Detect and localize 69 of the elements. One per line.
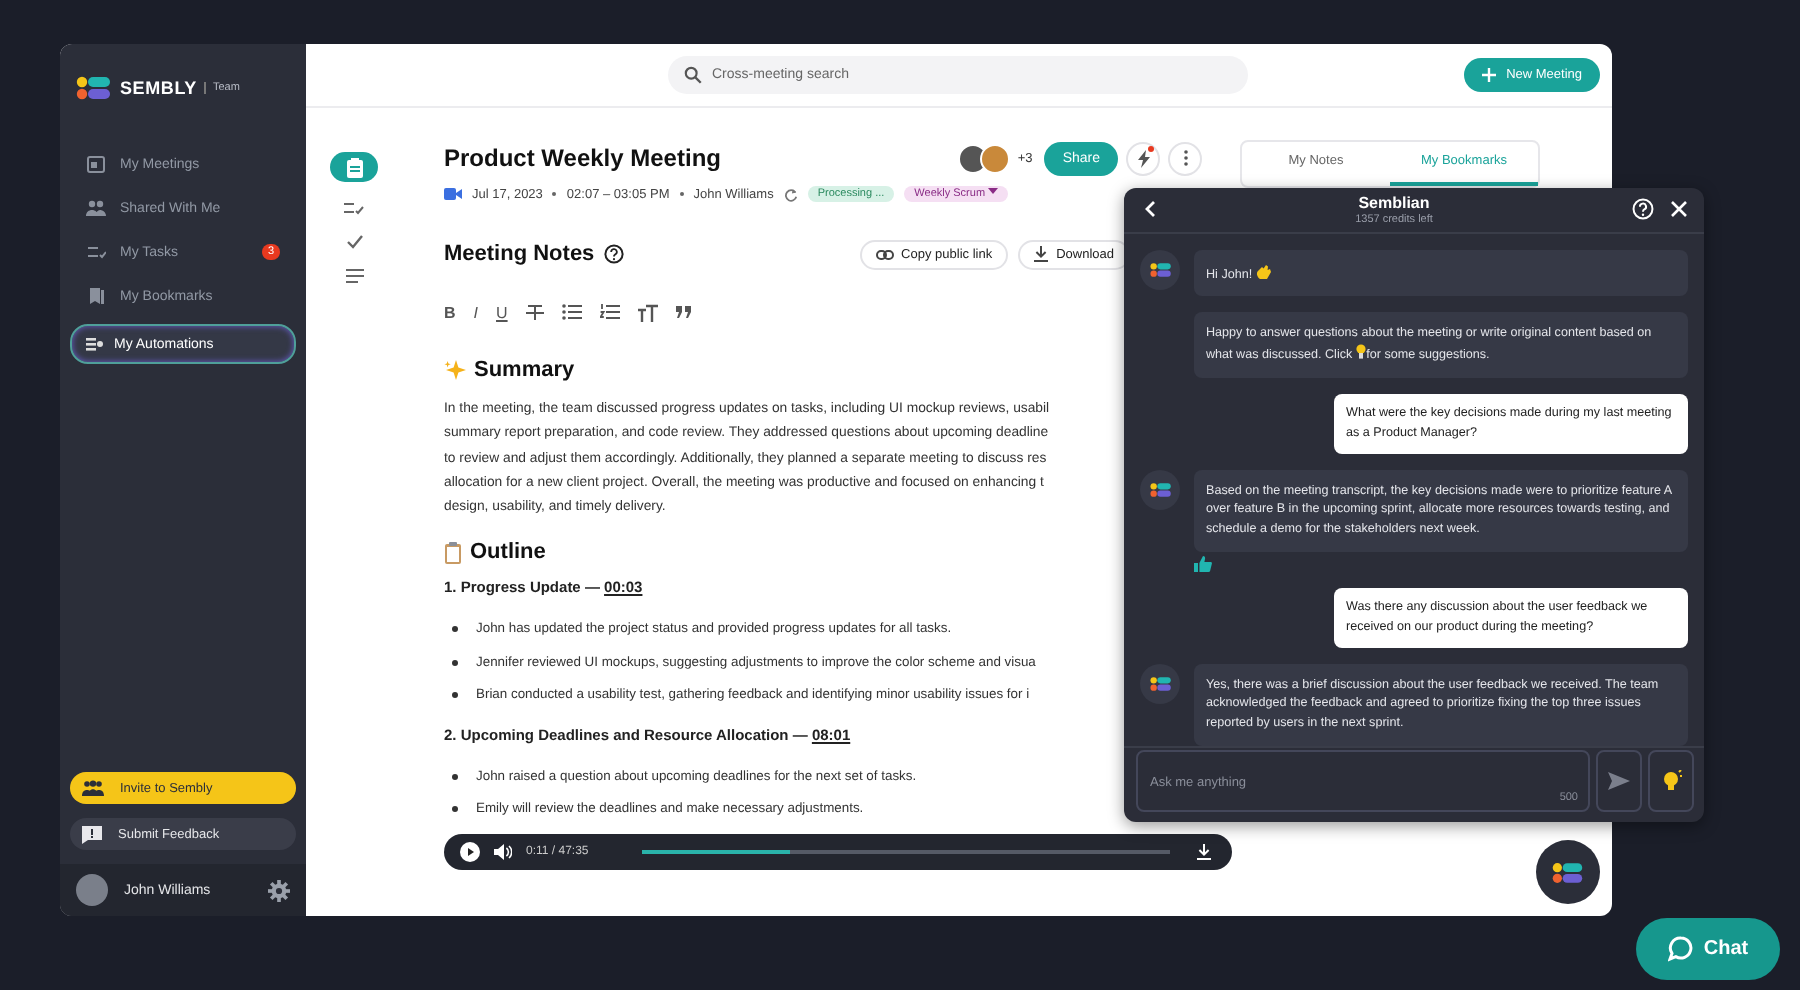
speech-bubble-icon <box>1667 936 1694 962</box>
bullet-dot <box>452 773 458 780</box>
download-icon <box>1034 246 1049 262</box>
video-camera-icon <box>444 188 462 200</box>
assistant-button[interactable] <box>1536 840 1600 904</box>
italic-tool[interactable]: I <box>473 303 479 321</box>
back-icon[interactable] <box>1144 200 1156 219</box>
people-icon <box>82 780 104 796</box>
bullet-list-icon[interactable] <box>561 304 582 320</box>
sync-icon <box>783 187 798 201</box>
bookmark-icon <box>86 286 106 306</box>
assistant-avatar <box>1140 663 1180 703</box>
play-icon[interactable] <box>460 841 480 862</box>
search-icon <box>684 66 702 84</box>
people-icon <box>86 198 106 218</box>
chat-button[interactable]: Chat <box>1636 918 1780 980</box>
checklist-icon <box>86 242 106 262</box>
logo-icon <box>1552 861 1584 883</box>
settings-icon[interactable] <box>268 879 290 901</box>
automation-button[interactable] <box>1126 141 1160 175</box>
checkmark-icon[interactable] <box>345 234 363 250</box>
clipboard-icon <box>345 157 363 177</box>
separator-dot <box>552 192 557 196</box>
strikethrough-icon[interactable] <box>525 303 544 321</box>
waving-hand-icon <box>1256 261 1273 280</box>
assistant-avatar <box>1140 469 1180 510</box>
assistant-avatar <box>1140 249 1180 290</box>
lightning-icon <box>1137 149 1149 167</box>
sparkle-icon <box>444 359 466 381</box>
outline-heading: Outline <box>470 540 546 565</box>
bold-tool[interactable]: B <box>444 303 456 321</box>
separator-dot <box>679 192 684 196</box>
lightbulb-icon <box>1661 770 1681 793</box>
logo-icon <box>76 76 112 100</box>
thumbs-up-icon[interactable] <box>1194 555 1212 572</box>
feedback-icon <box>82 825 102 843</box>
meeting-title: Product Weekly Meeting <box>444 144 723 172</box>
quote-icon[interactable] <box>675 306 692 318</box>
caret-icon <box>988 188 999 194</box>
assistant-title: Semblian <box>1358 193 1430 212</box>
bullet-dot <box>452 806 458 813</box>
bullet-dot <box>452 659 458 666</box>
notes-tab[interactable] <box>330 152 378 182</box>
help-icon[interactable] <box>604 244 625 264</box>
text-size-icon[interactable] <box>637 303 658 321</box>
volume-icon[interactable] <box>494 843 512 860</box>
numbered-list-icon[interactable] <box>599 304 620 320</box>
close-icon[interactable] <box>1670 200 1688 219</box>
checklist-icon[interactable] <box>344 200 364 216</box>
summary-heading: Summary <box>474 358 575 382</box>
bullet-dot <box>452 692 458 699</box>
clipboard-icon <box>444 541 462 564</box>
notes-heading: Meeting Notes <box>444 242 595 266</box>
calendar-icon <box>86 154 106 174</box>
plus-icon <box>1482 68 1497 82</box>
automation-icon <box>84 334 104 354</box>
brand-name: SEMBLY <box>120 78 197 98</box>
send-icon <box>1608 772 1630 791</box>
download-icon[interactable] <box>1196 843 1212 860</box>
send-button[interactable] <box>1596 750 1642 813</box>
bullet-dot <box>452 626 458 633</box>
avatar <box>979 143 1010 173</box>
text-lines-icon[interactable] <box>345 268 363 284</box>
suggestions-button[interactable] <box>1648 750 1694 813</box>
underline-tool[interactable]: U <box>496 303 508 321</box>
lightbulb-icon <box>1356 344 1367 361</box>
avatar <box>76 874 108 906</box>
progress-track[interactable] <box>642 849 1170 854</box>
link-icon <box>875 249 894 259</box>
